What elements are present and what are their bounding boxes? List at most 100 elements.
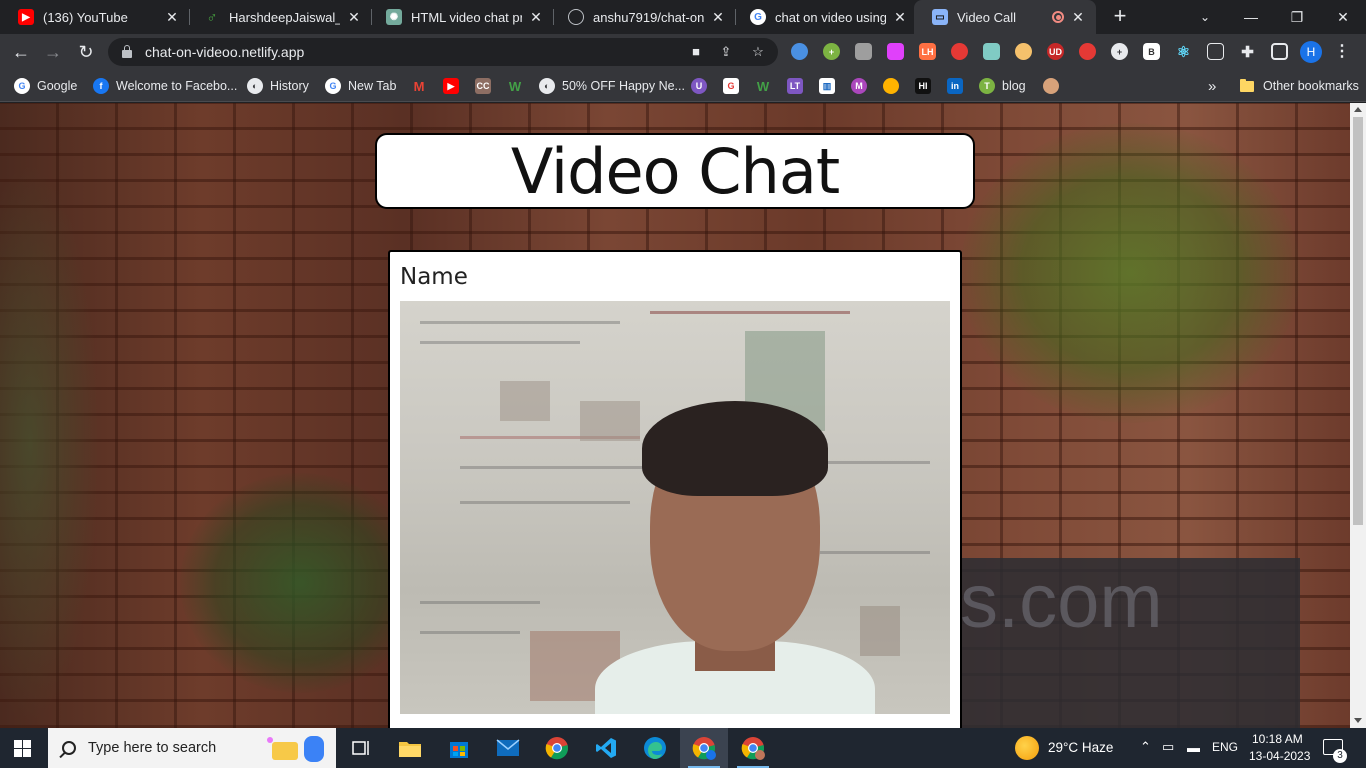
close-icon[interactable]: ✕ [1070, 9, 1086, 26]
share-icon[interactable]: ⇪ [718, 44, 734, 60]
close-window-button[interactable]: ✕ [1320, 0, 1366, 34]
extension-add-icon[interactable]: + [1111, 43, 1128, 60]
back-button[interactable]: ← [8, 39, 34, 65]
tab-github[interactable]: anshu7919/chat-on-vi ✕ [550, 0, 736, 34]
bookmark-google[interactable]: G Google [14, 76, 77, 96]
taskbar-search-input[interactable]: Type here to search [48, 728, 336, 768]
vscode-icon[interactable] [582, 728, 630, 768]
extensions-puzzle-icon[interactable]: ✚ [1239, 43, 1256, 61]
lock-icon[interactable] [122, 45, 132, 58]
maximize-button[interactable]: ❐ [1274, 0, 1320, 34]
profile-avatar[interactable]: H [1300, 41, 1322, 63]
bookmark-hi[interactable]: HI [915, 76, 938, 96]
bookmark-new-tab[interactable]: G New Tab [325, 76, 396, 96]
extension-icon[interactable] [983, 43, 1000, 60]
chrome-icon[interactable] [533, 728, 581, 768]
bookmark-lt[interactable]: LT [787, 76, 810, 96]
chrome-active-icon[interactable] [680, 728, 728, 768]
bookmark-avatar[interactable] [1043, 76, 1066, 96]
file-explorer-icon[interactable] [386, 728, 434, 768]
bookmark-offer[interactable]: ◐ 50% OFF Happy Ne... [539, 76, 685, 96]
windows-start-icon[interactable] [14, 740, 31, 757]
extension-b-icon[interactable]: B [1143, 43, 1160, 60]
clock-date[interactable]: 13-04-2023 [1249, 749, 1310, 763]
extension-add-icon[interactable]: + [823, 43, 840, 60]
extension-icon[interactable] [855, 43, 872, 60]
bookmark-m[interactable]: M [851, 76, 874, 96]
bookmark-label: History [270, 79, 309, 93]
notification-count-badge: 3 [1333, 749, 1347, 763]
video-card: Name [388, 250, 962, 728]
new-tab-button[interactable]: + [1108, 5, 1132, 29]
google-icon: G [14, 78, 30, 94]
bookmark-w[interactable]: W [507, 76, 530, 96]
scroll-up-icon[interactable] [1354, 107, 1362, 112]
battery-icon[interactable]: ▬ [1187, 740, 1200, 755]
chrome-menu-icon[interactable]: ⋮ [1334, 41, 1350, 63]
edge-icon[interactable] [631, 728, 679, 768]
close-icon[interactable]: ✕ [892, 9, 908, 26]
camera-icon[interactable]: ■ [688, 44, 704, 60]
bookmark-chart[interactable]: ▥ [819, 76, 842, 96]
newspaper-photo [500, 381, 550, 421]
clock-time[interactable]: 10:18 AM [1252, 732, 1303, 746]
video-feed[interactable] [400, 301, 950, 714]
bookmarks-overflow-icon[interactable]: » [1208, 76, 1216, 96]
tray-chevron-icon[interactable]: ⌃ [1140, 739, 1151, 755]
microsoft-store-icon[interactable] [435, 728, 483, 768]
side-panel-icon[interactable] [1271, 43, 1288, 60]
extension-icon[interactable] [1015, 43, 1032, 60]
other-bookmarks-folder[interactable]: Other bookmarks [1240, 76, 1359, 96]
minimize-button[interactable]: — [1228, 0, 1274, 34]
close-icon[interactable]: ✕ [710, 9, 726, 26]
bookmark-u[interactable]: U [691, 76, 714, 96]
instagram-extension-icon[interactable] [887, 43, 904, 60]
page-scrollbar[interactable] [1350, 103, 1366, 728]
lighthouse-extension-icon[interactable]: LH [919, 43, 936, 60]
tab-label: anshu7919/chat-on-vi [593, 9, 704, 25]
bookmark-facebook[interactable]: f Welcome to Facebo... [93, 76, 237, 96]
extension-icon[interactable] [791, 43, 808, 60]
address-bar[interactable]: chat-on-videoo.netlify.app ■ ⇪ ☆ [108, 38, 778, 66]
bookmark-youtube[interactable]: ▶ [443, 76, 466, 96]
search-highlight-icon [267, 736, 324, 762]
task-view-icon[interactable] [337, 728, 385, 768]
w-icon: W [756, 78, 770, 94]
bookmark-g[interactable]: G [723, 76, 746, 96]
tab-chatgpt[interactable]: ✺ HTML video chat proje ✕ [368, 0, 554, 34]
bookmark-history[interactable]: ◐ History [247, 76, 309, 96]
pokeball-extension-icon[interactable] [1079, 43, 1096, 60]
bookmark-star-icon[interactable]: ☆ [750, 44, 766, 60]
close-icon[interactable]: ✕ [528, 9, 544, 26]
extension-icon[interactable] [951, 43, 968, 60]
bookmark-w2[interactable]: W [755, 76, 778, 96]
scroll-down-icon[interactable] [1354, 718, 1362, 723]
bookmark-circle[interactable] [883, 76, 906, 96]
tab-resume[interactable]: ♂ HarshdeepJaiswal_Res ✕ [186, 0, 372, 34]
language-indicator[interactable]: ENG [1212, 740, 1238, 754]
mail-icon[interactable] [484, 728, 532, 768]
weather-text[interactable]: 29°C Haze [1048, 740, 1113, 755]
bookmark-gmail[interactable]: M [411, 76, 434, 96]
chrome-profile-icon[interactable] [729, 728, 777, 768]
scroll-thumb[interactable] [1353, 117, 1363, 525]
udemy-extension-icon[interactable]: UD [1047, 43, 1064, 60]
react-devtools-icon[interactable]: ⚛ [1175, 43, 1192, 61]
bookmark-linkedin[interactable]: in [947, 76, 970, 96]
network-icon[interactable]: ▭ [1162, 739, 1174, 755]
bookmark-cc[interactable]: CC [475, 76, 498, 96]
newspaper-text [420, 341, 580, 344]
tab-video-call[interactable]: ▭ Video Call ✕ [914, 0, 1096, 34]
reload-button[interactable]: ↻ [73, 39, 99, 65]
tab-search-icon[interactable]: ⌄ [1182, 0, 1228, 34]
g-icon: G [723, 78, 739, 94]
extension-icon[interactable] [1207, 43, 1224, 60]
forward-button[interactable]: → [40, 39, 66, 65]
close-icon[interactable]: ✕ [164, 9, 180, 26]
bookmark-label: 50% OFF Happy Ne... [562, 79, 685, 93]
close-icon[interactable]: ✕ [346, 9, 362, 26]
bookmark-blog[interactable]: T blog [979, 76, 1026, 96]
tab-youtube[interactable]: ▶ (136) YouTube ✕ [0, 0, 190, 34]
weather-icon[interactable] [1015, 736, 1039, 760]
tab-google-search[interactable]: G chat on video using w ✕ [732, 0, 918, 34]
